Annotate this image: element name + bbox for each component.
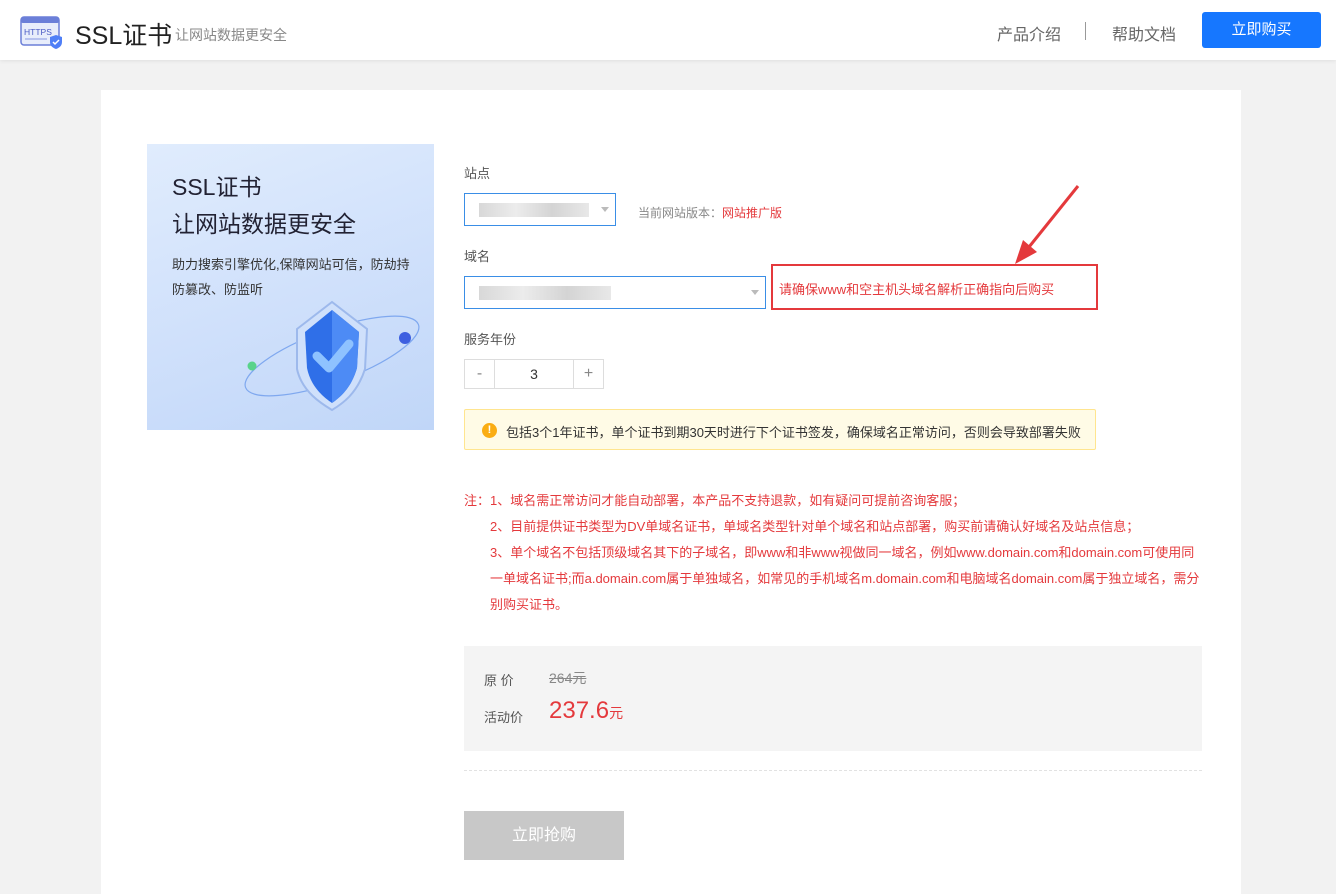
top-bar: HTTPS SSL证书 让网站数据更安全 产品介绍 帮助文档 立即购买 bbox=[0, 0, 1336, 60]
original-price-label: 原 价 bbox=[484, 673, 514, 688]
product-banner: SSL证书 让网站数据更安全 助力搜索引擎优化,保障网站可信，防劫持防篡改、防监… bbox=[147, 144, 434, 430]
sale-price-unit: 元 bbox=[609, 705, 624, 721]
domain-select[interactable] bbox=[464, 276, 766, 309]
note-item-2: 2、目前提供证书类型为DV单域名证书，单域名类型针对单个域名和站点部署，购买前请… bbox=[490, 519, 1140, 534]
banner-title-line1: SSL证书 bbox=[172, 174, 262, 200]
site-select[interactable] bbox=[464, 193, 616, 226]
original-price: 264元 bbox=[549, 670, 587, 686]
sale-price-label: 活动价 bbox=[484, 710, 524, 725]
price-panel: 原 价 264元 活动价 237.6元 bbox=[464, 646, 1202, 751]
banner-title: SSL证书 让网站数据更安全 bbox=[172, 169, 356, 243]
note-item-3: 3、单个域名不包括顶级域名其下的子域名，即www和非www视做同一域名，例如ww… bbox=[490, 545, 1200, 612]
note-item: 注： 1、域名需正常访问才能自动部署，本产品不支持退款，如有疑问可提前咨询客服； bbox=[464, 488, 1204, 514]
nav-help-docs[interactable]: 帮助文档 bbox=[1112, 21, 1176, 45]
svg-text:HTTPS: HTTPS bbox=[24, 27, 52, 37]
sale-price-value: 237.6 bbox=[549, 697, 610, 724]
buy-now-button[interactable]: 立即购买 bbox=[1202, 12, 1321, 48]
info-text: 包括3个1年证书，单个证书到期30天时进行下个证书签发，确保域名正常访问，否则会… bbox=[506, 425, 1081, 440]
note-item: 3、单个域名不包括顶级域名其下的子域名，即www和非www视做同一域名，例如ww… bbox=[464, 540, 1204, 618]
domain-value-redacted bbox=[479, 286, 611, 300]
years-label: 服务年份 bbox=[464, 332, 517, 347]
years-decrement-button[interactable]: - bbox=[465, 360, 495, 388]
site-value-redacted bbox=[479, 203, 589, 217]
notes-list: 注： 1、域名需正常访问才能自动部署，本产品不支持退款，如有疑问可提前咨询客服；… bbox=[464, 488, 1204, 618]
years-stepper: - 3 + bbox=[464, 359, 604, 389]
nav-divider bbox=[1085, 22, 1086, 40]
nav-product-intro[interactable]: 产品介绍 bbox=[997, 21, 1061, 45]
domain-warning-box: 请确保www和空主机头域名解析正确指向后购买 bbox=[771, 264, 1098, 310]
sale-price: 237.6元 bbox=[549, 697, 623, 725]
red-arrow-annotation bbox=[1015, 185, 1080, 264]
exclamation-icon: ! bbox=[482, 423, 497, 438]
years-increment-button[interactable]: + bbox=[573, 360, 603, 388]
brand-title: SSL证书 bbox=[75, 22, 173, 50]
site-version: 当前网站版本：网站推广版 bbox=[638, 204, 782, 221]
domain-label: 域名 bbox=[464, 249, 491, 264]
note-item-1: 1、域名需正常访问才能自动部署，本产品不支持退款，如有疑问可提前咨询客服； bbox=[490, 493, 966, 508]
version-value[interactable]: 网站推广版 bbox=[722, 206, 782, 220]
shield-check-icon bbox=[244, 300, 420, 412]
note-item: 2、目前提供证书类型为DV单域名证书，单域名类型针对单个域名和站点部署，购买前请… bbox=[464, 514, 1204, 540]
site-label: 站点 bbox=[464, 166, 491, 181]
info-alert: ! 包括3个1年证书，单个证书到期30天时进行下个证书签发，确保域名正常访问，否… bbox=[464, 409, 1096, 450]
https-certificate-icon: HTTPS bbox=[20, 16, 62, 49]
years-value[interactable]: 3 bbox=[495, 360, 573, 388]
dashed-divider bbox=[464, 770, 1202, 771]
order-card: SSL证书 让网站数据更安全 助力搜索引擎优化,保障网站可信，防劫持防篡改、防监… bbox=[101, 90, 1241, 894]
domain-warning-text: 请确保www和空主机头域名解析正确指向后购买 bbox=[779, 282, 1055, 297]
chevron-down-icon bbox=[601, 207, 609, 212]
notes-prefix: 注： bbox=[464, 493, 491, 508]
version-prefix: 当前网站版本： bbox=[638, 206, 723, 220]
banner-title-line2: 让网站数据更安全 bbox=[172, 211, 356, 237]
chevron-down-icon bbox=[751, 290, 759, 295]
brand-tagline: 让网站数据更安全 bbox=[175, 27, 287, 43]
buy-now-main-button[interactable]: 立即抢购 bbox=[464, 811, 624, 860]
